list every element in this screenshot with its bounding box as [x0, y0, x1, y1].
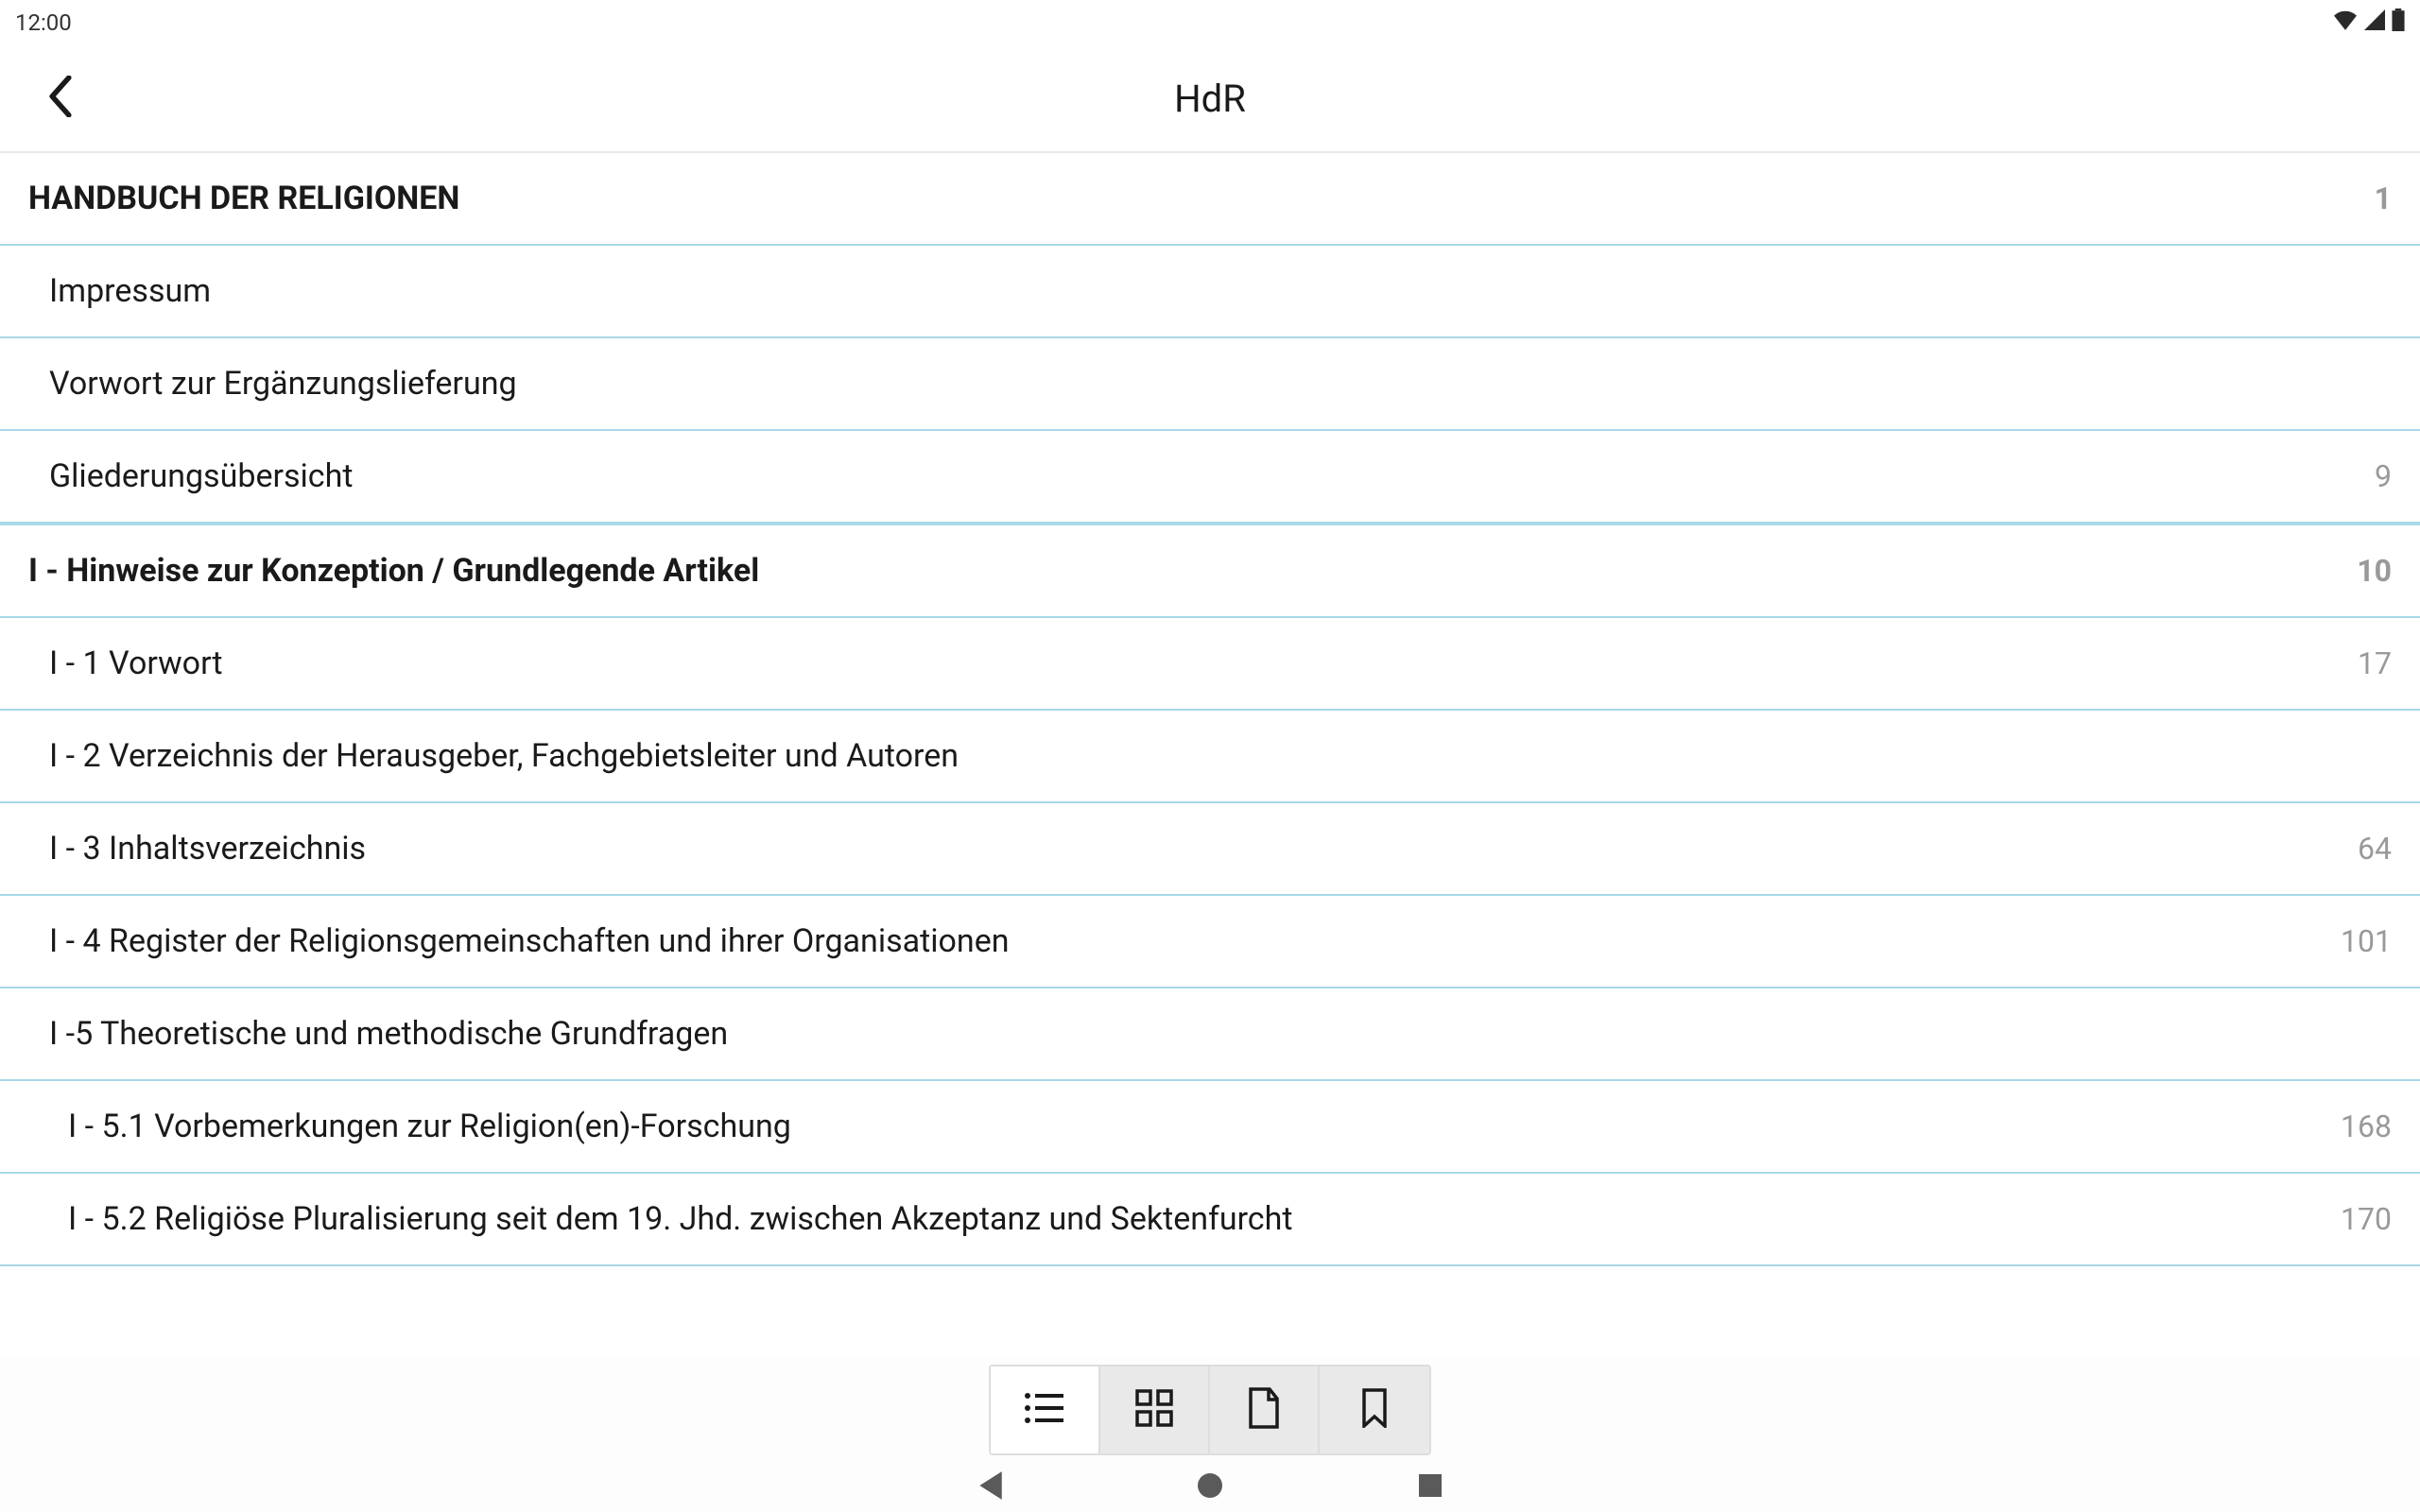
toc-item[interactable]: I - 5.2 Religiöse Pluralisierung seit de… [0, 1174, 2420, 1266]
square-icon [1418, 1473, 1443, 1502]
toc-item-page: 9 [2375, 458, 2392, 494]
toc-item[interactable]: I - 4 Register der Religionsgemeinschaft… [0, 896, 2420, 988]
toc-list[interactable]: HANDBUCH DER RELIGIONEN 1 Impressum Vorwort… [0, 153, 2420, 1357]
toc-item[interactable]: I -5 Theoretische und methodische Grundf… [0, 988, 2420, 1081]
toc-item-page: 1 [2375, 180, 2392, 216]
bottom-area [0, 1357, 2420, 1512]
status-bar: 12:00 [0, 0, 2420, 45]
toc-item[interactable]: I - 3 Inhaltsverzeichnis 64 [0, 803, 2420, 896]
toc-item-page: 17 [2358, 645, 2392, 681]
toc-item-title: I - 2 Verzeichnis der Herausgeber, Fachg… [49, 737, 2392, 775]
page-title: HdR [1174, 77, 1246, 121]
toc-item-title: Impressum [49, 272, 2392, 310]
grid-view-button[interactable] [1100, 1366, 1210, 1453]
bookmark-view-button[interactable] [1320, 1366, 1429, 1453]
page-view-button[interactable] [1210, 1366, 1320, 1453]
chevron-left-icon [47, 76, 74, 121]
page-icon [1247, 1387, 1281, 1433]
toc-item-title: Vorwort zur Ergänzungslieferung [49, 365, 2392, 403]
toc-item-title: I - 5.1 Vorbemerkungen zur Religion(en)-… [68, 1108, 2322, 1145]
toc-item-title: I -5 Theoretische und methodische Grundf… [49, 1015, 2392, 1053]
list-view-button[interactable] [991, 1366, 1100, 1453]
nav-back-button[interactable] [971, 1469, 1009, 1506]
status-time: 12:00 [15, 9, 72, 36]
triangle-left-icon [976, 1469, 1004, 1505]
toc-item-title: I - 4 Register der Religionsgemeinschaft… [49, 922, 2322, 960]
app-bar: HdR [0, 45, 2420, 151]
toc-item[interactable]: I - 1 Vorwort 17 [0, 618, 2420, 711]
toc-item-page: 64 [2358, 831, 2392, 867]
nav-home-button[interactable] [1191, 1469, 1229, 1506]
toc-item[interactable]: I - 5.1 Vorbemerkungen zur Religion(en)-… [0, 1081, 2420, 1174]
toc-item[interactable]: Impressum [0, 246, 2420, 338]
grid-icon [1135, 1389, 1173, 1431]
bookmark-icon [1360, 1388, 1389, 1432]
list-icon [1024, 1391, 1065, 1429]
toc-item[interactable]: HANDBUCH DER RELIGIONEN 1 [0, 153, 2420, 246]
view-toolbar [989, 1365, 1431, 1455]
toc-item[interactable]: I - 2 Verzeichnis der Herausgeber, Fachg… [0, 711, 2420, 803]
toc-item-page: 10 [2357, 553, 2392, 589]
back-button[interactable] [38, 76, 83, 121]
toc-item-page: 170 [2341, 1201, 2392, 1237]
status-icons [2333, 9, 2405, 37]
system-nav-bar [879, 1469, 1541, 1506]
circle-icon [1196, 1471, 1224, 1503]
toc-item[interactable]: Vorwort zur Ergänzungslieferung [0, 338, 2420, 431]
toc-item[interactable]: I - Hinweise zur Konzeption / Grundlegen… [0, 524, 2420, 618]
toc-item[interactable]: Gliederungsübersicht 9 [0, 431, 2420, 524]
toc-item-title: Gliederungsübersicht [49, 457, 2356, 495]
nav-recent-button[interactable] [1411, 1469, 1449, 1506]
toc-item-title: HANDBUCH DER RELIGIONEN [28, 180, 2356, 217]
toc-item-title: I - 3 Inhaltsverzeichnis [49, 830, 2339, 868]
toc-item-title: I - 5.2 Religiöse Pluralisierung seit de… [68, 1200, 2322, 1238]
toc-item-page: 101 [2341, 923, 2392, 959]
wifi-icon [2333, 9, 2358, 36]
toc-item-title: I - Hinweise zur Konzeption / Grundlegen… [28, 552, 2338, 590]
toc-item-page: 168 [2341, 1108, 2392, 1144]
signal-icon [2363, 9, 2386, 36]
battery-icon [2392, 9, 2405, 37]
toc-item-title: I - 1 Vorwort [49, 644, 2339, 682]
